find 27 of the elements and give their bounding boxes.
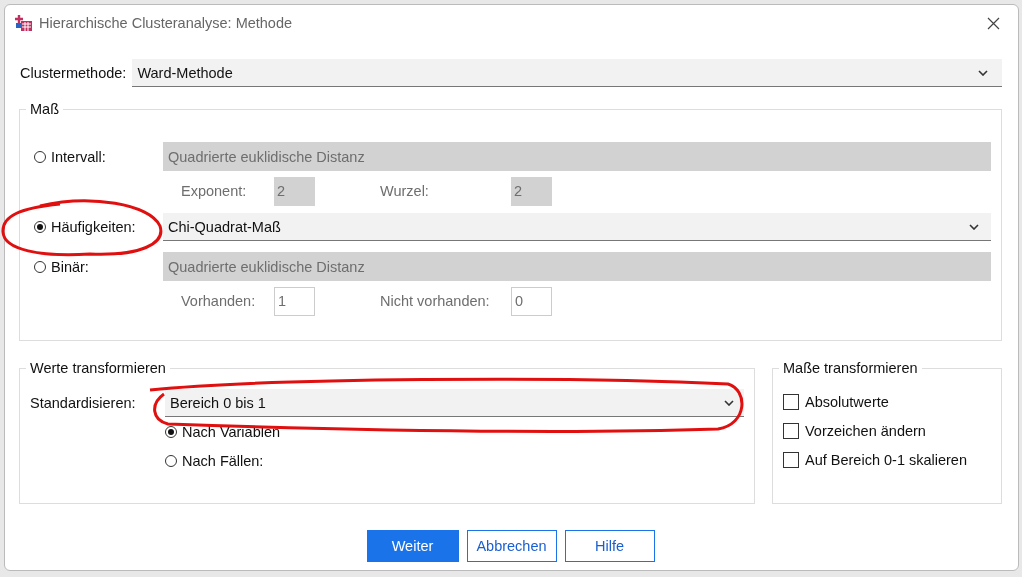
standardize-dropdown[interactable]: Bereich 0 bis 1	[165, 389, 744, 417]
dialog-button[interactable]: Hilfe	[564, 530, 655, 562]
window-title: Hierarchische Clusteranalyse: Methode	[39, 15, 294, 31]
checkbox-option[interactable]: Vorzeichen ändern	[783, 416, 993, 445]
param-label: Wurzel:	[380, 183, 430, 199]
radio-option[interactable]: Nach Fällen:	[165, 452, 264, 469]
param-label: Nicht vorhanden:	[380, 293, 491, 309]
radio-option[interactable]: Häufigkeiten:	[34, 219, 163, 235]
param-label: Exponent:	[181, 183, 248, 199]
field-label: Clustermethode:	[20, 65, 127, 81]
cluster-method-dropdown[interactable]: Ward-Methode	[132, 59, 1002, 87]
radio-option[interactable]: Nach Variablen	[165, 423, 281, 440]
checkbox-option[interactable]: Absolutwerte	[783, 387, 993, 416]
checkbox-option[interactable]: Auf Bereich 0-1 skalieren	[783, 445, 993, 474]
dialog-button[interactable]: Weiter	[366, 530, 459, 562]
chevron-icon	[969, 223, 979, 230]
measure-dropdown[interactable]: Chi-Quadrat-Maß	[163, 213, 991, 241]
group-title: Werte transformieren	[26, 360, 170, 376]
dialog-button[interactable]: Abbrechen	[466, 530, 557, 562]
field-label: Standardisieren:	[30, 395, 137, 411]
param-label: Vorhanden:	[181, 293, 257, 309]
app-icon	[15, 14, 33, 32]
group-title: Maß	[26, 101, 63, 117]
close-icon[interactable]	[987, 16, 1000, 30]
group-title: Maße transformieren	[779, 360, 922, 376]
chevron-icon	[724, 399, 734, 406]
chevron-icon	[978, 69, 988, 76]
